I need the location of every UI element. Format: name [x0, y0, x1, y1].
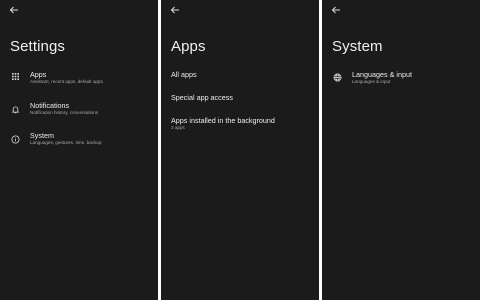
back-arrow-icon[interactable]: [330, 4, 344, 18]
item-subtitle: Languages & input: [352, 79, 391, 84]
settings-screen: Settings Apps Assistant, recent apps, de…: [0, 0, 158, 300]
item-label: Special app access: [171, 93, 233, 102]
item-label: Apps: [30, 70, 47, 79]
item-subtitle: 3 apps: [171, 125, 185, 130]
item-label: All apps: [171, 70, 197, 79]
screenshot-strip: Settings Apps Assistant, recent apps, de…: [0, 0, 480, 300]
back-arrow-icon[interactable]: [169, 4, 183, 18]
item-subtitle: Languages, gestures, time, backup: [30, 140, 102, 145]
item-label: Notifications: [30, 101, 70, 110]
item-text: Apps installed in the background 3 apps: [171, 116, 296, 131]
page-title: Apps: [171, 38, 206, 55]
item-text: Notifications Notification history, conv…: [30, 101, 155, 116]
back-arrow-icon[interactable]: [8, 4, 22, 18]
item-subtitle: Assistant, recent apps, default apps: [30, 79, 103, 84]
item-label: Languages & input: [352, 70, 412, 79]
system-screen: System Languages & input Languages & inp…: [322, 0, 480, 300]
page-title: System: [332, 38, 383, 55]
item-text: System Languages, gestures, time, backup: [30, 131, 155, 146]
item-text: Languages & input Languages & input: [352, 70, 477, 85]
item-label: Apps installed in the background: [171, 116, 275, 125]
item-label: System: [30, 131, 54, 140]
item-text: All apps: [171, 70, 296, 79]
item-text: Apps Assistant, recent apps, default app…: [30, 70, 155, 85]
apps-grid-icon: [11, 72, 20, 81]
info-icon: [11, 135, 20, 144]
bell-icon: [11, 105, 20, 114]
page-title: Settings: [10, 38, 65, 55]
apps-screen: Apps All apps Special app access Apps in…: [161, 0, 319, 300]
globe-icon: [333, 73, 342, 82]
item-subtitle: Notification history, conversations: [30, 110, 99, 115]
item-text: Special app access: [171, 93, 296, 102]
